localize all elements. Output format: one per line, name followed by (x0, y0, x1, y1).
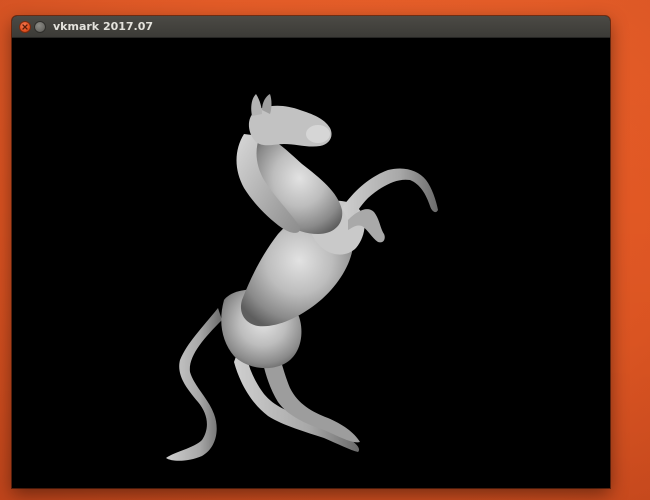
window-title: vkmark 2017.07 (53, 20, 154, 33)
horse-ear (251, 94, 262, 116)
vkmark-window[interactable]: vkmark 2017.07 (12, 16, 610, 488)
horse-muzzle (306, 125, 330, 143)
minimize-button[interactable] (34, 21, 46, 33)
render-viewport (12, 38, 610, 488)
close-button[interactable] (19, 21, 31, 33)
horse-render (166, 94, 438, 461)
window-titlebar[interactable]: vkmark 2017.07 (12, 16, 610, 38)
horse-tail (166, 308, 222, 461)
close-icon (22, 24, 28, 30)
